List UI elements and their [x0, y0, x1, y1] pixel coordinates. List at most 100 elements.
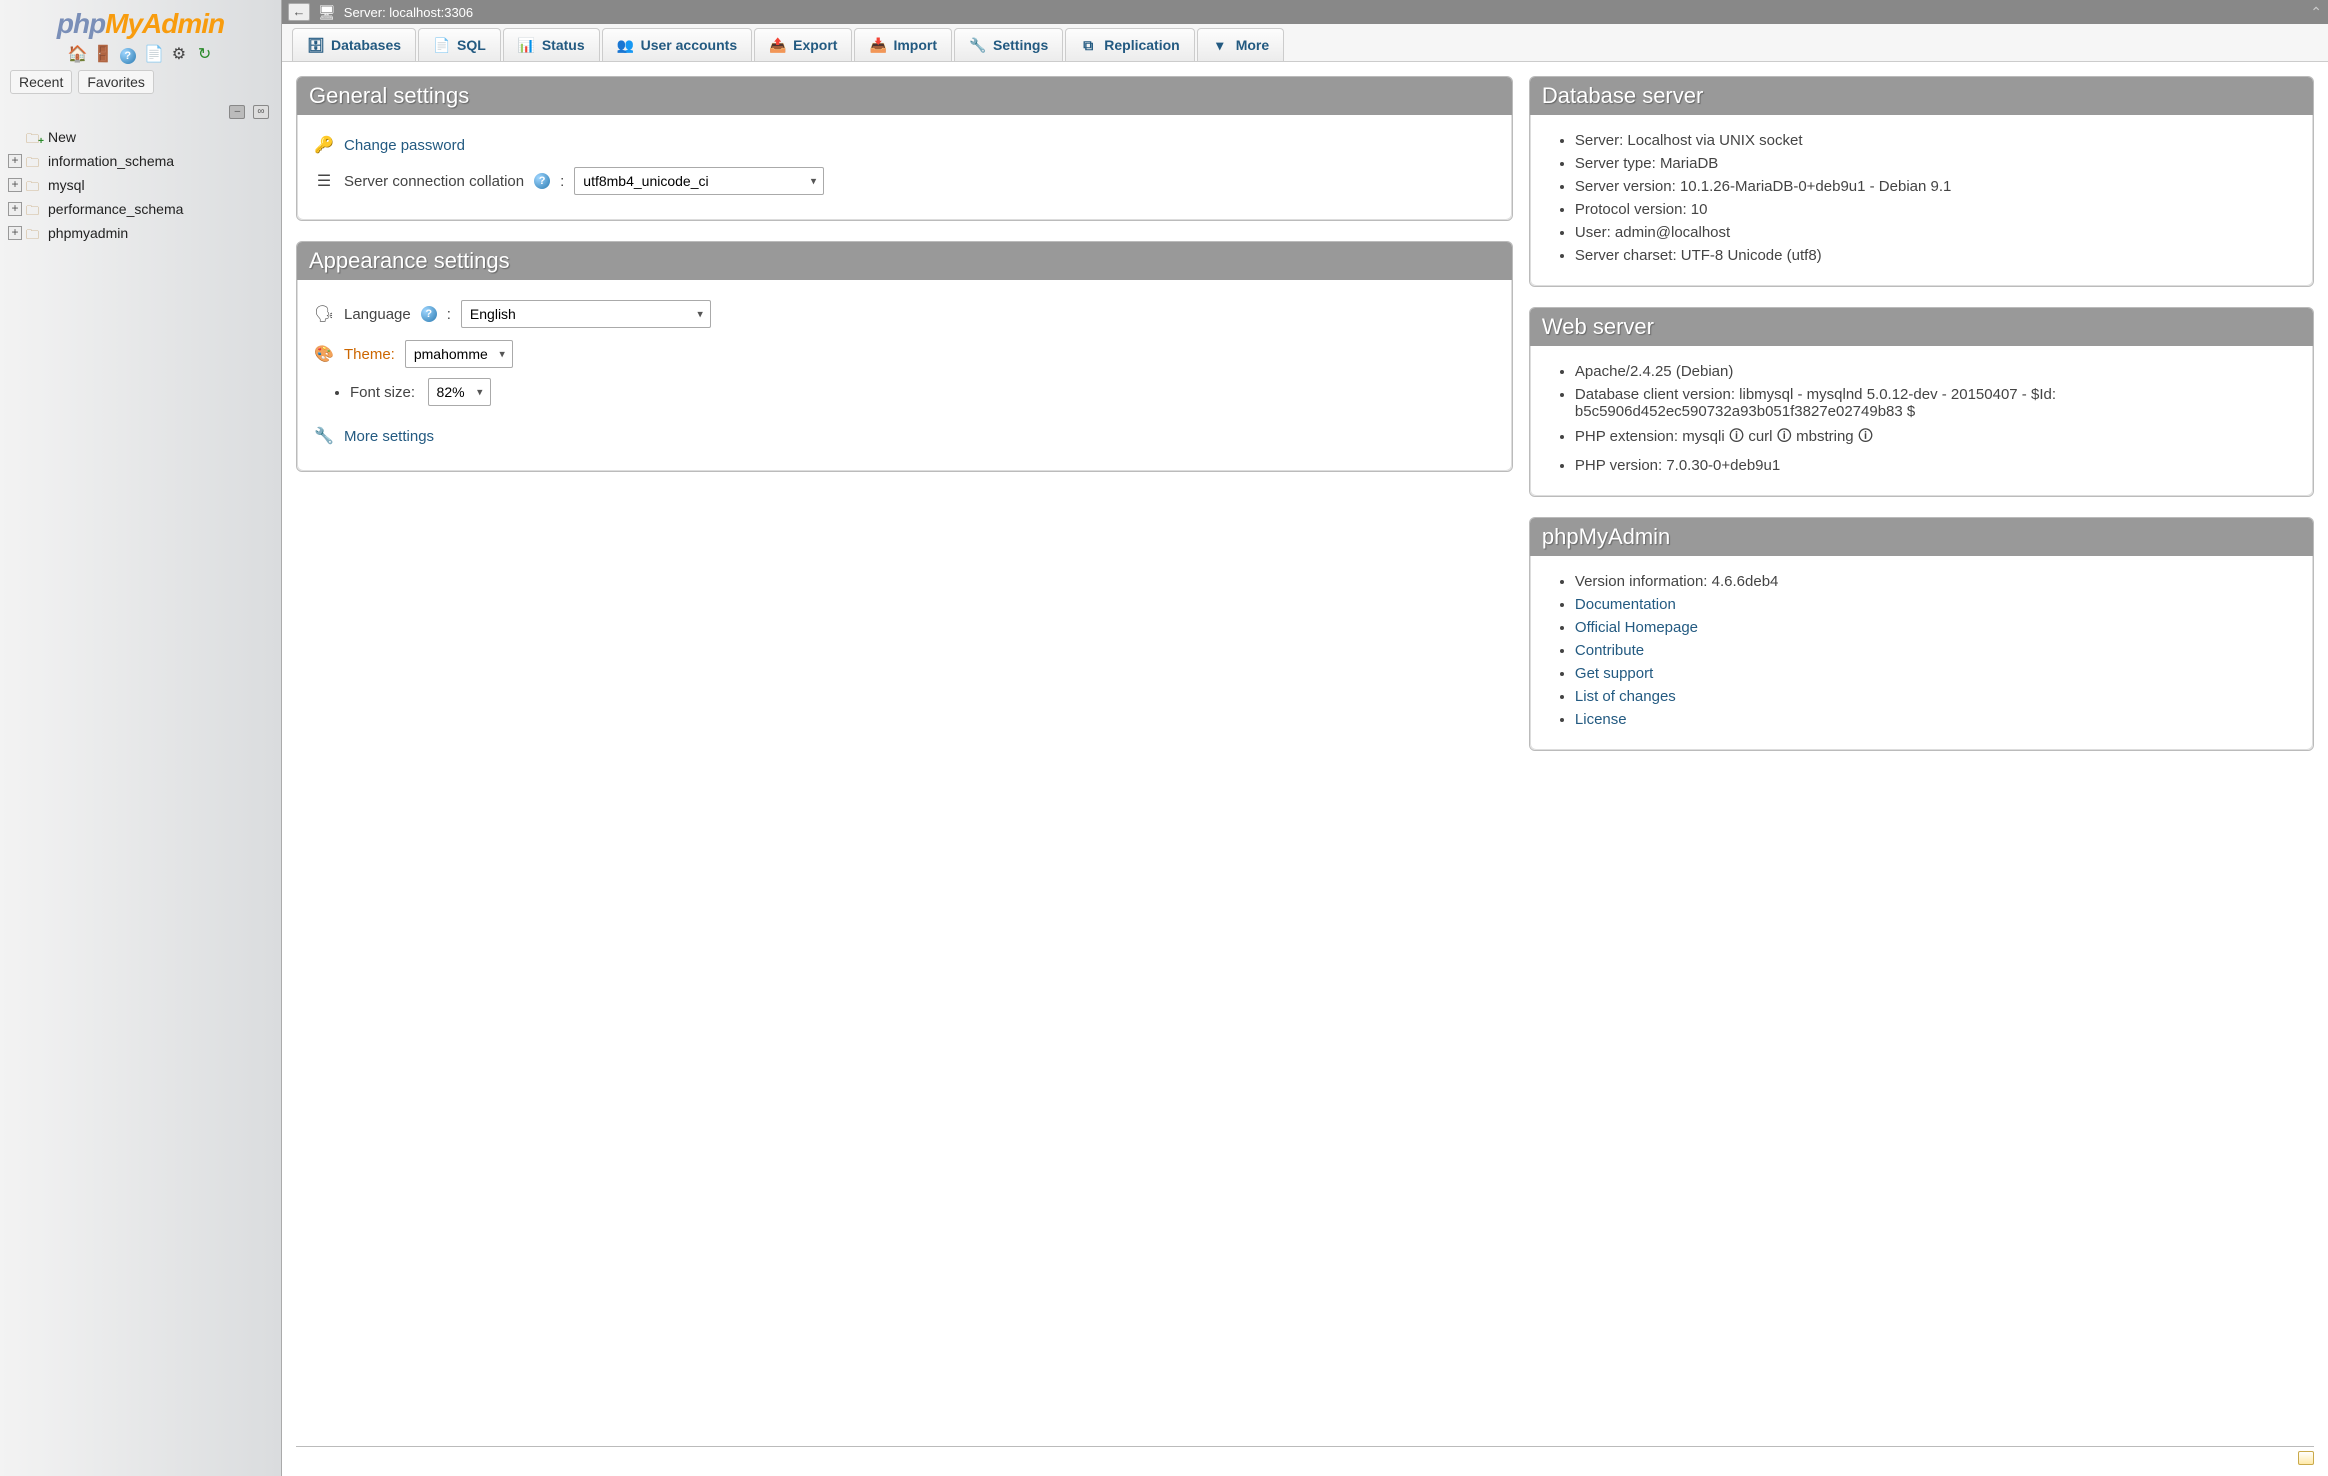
- change-password-link[interactable]: Change password: [344, 137, 465, 154]
- pma-link-homepage[interactable]: Official Homepage: [1575, 619, 1698, 636]
- info-item: Server version: 10.1.26-MariaDB-0+deb9u1…: [1575, 175, 2296, 198]
- tab-replication[interactable]: ⧉ Replication: [1065, 28, 1194, 61]
- tab-sql[interactable]: 📄 SQL: [418, 28, 501, 61]
- tree-new[interactable]: 🗀 New: [6, 125, 275, 149]
- info-item: Server charset: UTF-8 Unicode (utf8): [1575, 244, 2296, 267]
- pma-link-contribute[interactable]: Contribute: [1575, 642, 1644, 659]
- tab-import[interactable]: 📥 Import: [854, 28, 952, 61]
- pma-link-license[interactable]: License: [1575, 711, 1627, 728]
- wrench-icon: 🔧: [314, 426, 334, 446]
- tab-label: More: [1236, 37, 1269, 53]
- logo-part-php: php: [57, 8, 105, 39]
- server-bar: ← 🖥 Server: localhost:3306 ⌃: [282, 0, 2328, 24]
- users-icon: 👥: [617, 37, 633, 53]
- tab-databases[interactable]: 🗄 Databases: [292, 28, 416, 61]
- theme-select[interactable]: pmahomme: [405, 340, 513, 368]
- fontsize-select[interactable]: 82%: [428, 378, 491, 406]
- info-item: Server: Localhost via UNIX socket: [1575, 129, 2296, 152]
- databases-icon: 🗄: [307, 37, 323, 53]
- help-icon[interactable]: ?: [534, 173, 550, 189]
- export-icon: 📤: [769, 37, 785, 53]
- status-icon: 📊: [518, 37, 534, 53]
- info-item: Version information: 4.6.6deb4: [1575, 570, 2296, 593]
- info-item: Server type: MariaDB: [1575, 152, 2296, 175]
- server-label: Server: localhost:3306: [344, 5, 473, 20]
- tab-export[interactable]: 📤 Export: [754, 28, 852, 61]
- tab-status[interactable]: 📊 Status: [503, 28, 600, 61]
- left-column: General settings 🔑 Change password ☰ Ser…: [296, 76, 1513, 472]
- language-label: Language: [344, 306, 411, 323]
- more-icon: ▾: [1212, 37, 1228, 53]
- expand-icon[interactable]: +: [8, 226, 22, 240]
- recent-button[interactable]: Recent: [10, 70, 72, 94]
- tree-new-label: New: [48, 129, 76, 145]
- tab-label: Databases: [331, 37, 401, 53]
- server-icon: 🖥: [318, 4, 336, 21]
- link-icon[interactable]: ∞: [253, 105, 269, 119]
- pma-link-changes[interactable]: List of changes: [1575, 688, 1676, 705]
- database-tree: 🗀 New + 🗀 information_schema + 🗀 mysql +…: [0, 121, 281, 249]
- panel-title: Database server: [1530, 77, 2313, 115]
- panel-title: Web server: [1530, 308, 2313, 346]
- tree-db-label: mysql: [48, 177, 85, 193]
- database-icon: 🗀: [26, 178, 42, 192]
- logo-part-myadmin: MyAdmin: [105, 8, 224, 39]
- main-area: ← 🖥 Server: localhost:3306 ⌃ 🗄 Databases…: [282, 0, 2328, 1476]
- favorites-button[interactable]: Favorites: [78, 70, 154, 94]
- expand-icon[interactable]: +: [8, 202, 22, 216]
- tree-db-item[interactable]: + 🗀 information_schema: [6, 149, 275, 173]
- collation-select[interactable]: utf8mb4_unicode_ci: [574, 167, 824, 195]
- tab-more[interactable]: ▾ More: [1197, 28, 1284, 61]
- info-item: Apache/2.4.25 (Debian): [1575, 360, 2296, 383]
- home-icon[interactable]: 🏠: [67, 46, 85, 64]
- collapse-all-icon[interactable]: –: [229, 105, 245, 119]
- language-select[interactable]: English: [461, 300, 711, 328]
- pma-list: Version information: 4.6.6deb4 Documenta…: [1547, 570, 2296, 731]
- theme-icon: 🎨: [314, 344, 334, 364]
- expand-icon[interactable]: +: [8, 154, 22, 168]
- tree-db-item[interactable]: + 🗀 phpmyadmin: [6, 221, 275, 245]
- tree-collapse-controls: – ∞: [0, 100, 281, 121]
- more-settings-link[interactable]: More settings: [344, 428, 434, 445]
- theme-link[interactable]: Theme:: [344, 346, 395, 363]
- pma-link-support[interactable]: Get support: [1575, 665, 1653, 682]
- collapse-header-icon[interactable]: ⌃: [2310, 4, 2322, 21]
- database-server-panel: Database server Server: Localhost via UN…: [1529, 76, 2314, 287]
- tab-user-accounts[interactable]: 👥 User accounts: [602, 28, 752, 61]
- info-item: PHP version: 7.0.30-0+deb9u1: [1575, 454, 2296, 477]
- tab-label: Status: [542, 37, 585, 53]
- general-settings-panel: General settings 🔑 Change password ☰ Ser…: [296, 76, 1513, 221]
- settings-icon: 🔧: [969, 37, 985, 53]
- expand-icon[interactable]: +: [8, 178, 22, 192]
- tree-db-item[interactable]: + 🗀 performance_schema: [6, 197, 275, 221]
- info-item: Protocol version: 10: [1575, 198, 2296, 221]
- sql-icon[interactable]: 📄: [144, 46, 162, 64]
- info-item: User: admin@localhost: [1575, 221, 2296, 244]
- console-icon[interactable]: [2298, 1451, 2314, 1465]
- panel-title: phpMyAdmin: [1530, 518, 2313, 556]
- pma-link-documentation[interactable]: Documentation: [1575, 596, 1676, 613]
- tree-db-label: performance_schema: [48, 201, 183, 217]
- dbserver-list: Server: Localhost via UNIX socket Server…: [1547, 129, 2296, 267]
- appearance-settings-panel: Appearance settings 🗣 Language ? : Engli…: [296, 241, 1513, 472]
- tree-db-label: information_schema: [48, 153, 174, 169]
- back-button[interactable]: ←: [288, 3, 310, 21]
- tree-db-item[interactable]: + 🗀 mysql: [6, 173, 275, 197]
- tab-settings[interactable]: 🔧 Settings: [954, 28, 1063, 61]
- language-icon: 🗣: [314, 304, 334, 324]
- tab-label: Settings: [993, 37, 1048, 53]
- fontsize-label: Font size:: [350, 384, 415, 401]
- exit-icon[interactable]: 🚪: [93, 46, 111, 64]
- tab-label: User accounts: [641, 37, 737, 53]
- help-icon[interactable]: ?: [119, 46, 137, 64]
- tab-label: Export: [793, 37, 837, 53]
- help-icon[interactable]: ?: [421, 306, 437, 322]
- database-icon: 🗀: [26, 226, 42, 240]
- logo[interactable]: phpMyAdmin: [0, 0, 281, 42]
- reload-icon[interactable]: ↻: [196, 46, 214, 64]
- webserver-list: Apache/2.4.25 (Debian) Database client v…: [1547, 360, 2296, 477]
- footer-row: [282, 1447, 2328, 1476]
- info-item: Database client version: libmysql - mysq…: [1575, 383, 2296, 423]
- replication-icon: ⧉: [1080, 37, 1096, 53]
- gear-icon[interactable]: ⚙: [170, 46, 188, 64]
